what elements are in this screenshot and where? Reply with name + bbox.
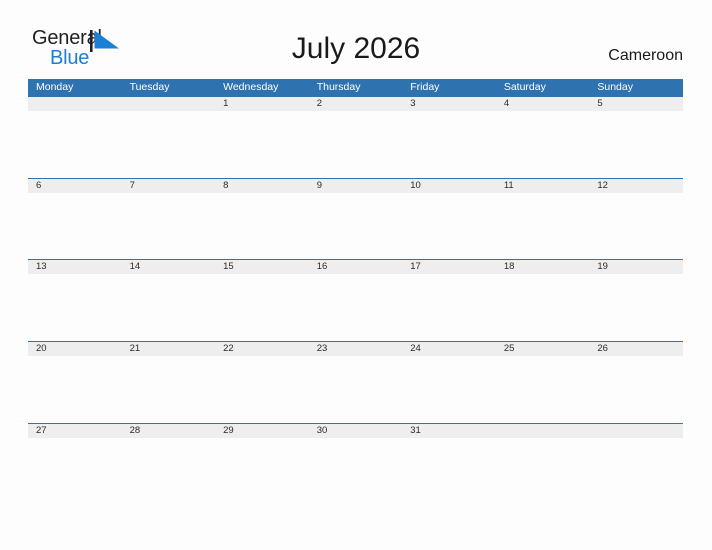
day-number-band: 13 14 15 16 17 18 19 — [28, 260, 683, 275]
week-row: 6 7 8 9 10 11 12 — [28, 177, 683, 260]
weekday-header-saturday: Saturday — [503, 81, 546, 93]
day-cell[interactable]: 30 — [309, 424, 403, 438]
day-cell[interactable]: 24 — [402, 342, 496, 356]
day-cell[interactable]: 4 — [496, 97, 590, 111]
page-header: General Blue July 2026 Cameroon — [0, 0, 712, 78]
day-cell[interactable]: 15 — [215, 260, 309, 274]
day-cell[interactable]: 19 — [589, 260, 683, 274]
week-row: 1 2 3 4 5 — [28, 96, 683, 178]
day-cell[interactable]: 9 — [309, 179, 403, 193]
country-label: Cameroon — [608, 47, 683, 64]
day-cell[interactable]: 8 — [215, 179, 309, 193]
day-cell[interactable]: 16 — [309, 260, 403, 274]
day-cell[interactable]: 22 — [215, 342, 309, 356]
weekday-header-tuesday: Tuesday — [129, 81, 170, 93]
day-cell[interactable]: 2 — [309, 97, 403, 111]
day-cell[interactable]: 6 — [28, 179, 122, 193]
day-cell[interactable]: 18 — [496, 260, 590, 274]
calendar-grid: Monday Tuesday Wednesday Thursday Friday… — [28, 79, 683, 504]
day-cell[interactable]: 3 — [402, 97, 496, 111]
weekday-header-sunday: Sunday — [597, 81, 633, 93]
day-cell[interactable] — [496, 424, 590, 438]
week-row: 27 28 29 30 31 — [28, 422, 683, 505]
page-title: July 2026 — [291, 32, 421, 65]
day-cell[interactable] — [589, 424, 683, 438]
weekday-header-monday: Monday — [36, 81, 74, 93]
day-cell[interactable] — [28, 97, 122, 111]
day-cell[interactable]: 10 — [402, 179, 496, 193]
day-cell[interactable]: 11 — [496, 179, 590, 193]
day-number-band: 6 7 8 9 10 11 12 — [28, 178, 683, 193]
day-cell[interactable]: 1 — [215, 97, 309, 111]
day-cell[interactable]: 5 — [589, 97, 683, 111]
day-cell[interactable]: 25 — [496, 342, 590, 356]
day-number-band: 20 21 22 23 24 25 26 — [28, 342, 683, 357]
weekday-header-row: Monday Tuesday Wednesday Thursday Friday… — [28, 79, 683, 96]
day-cell[interactable]: 20 — [28, 342, 122, 356]
day-cell[interactable]: 17 — [402, 260, 496, 274]
day-cell[interactable]: 7 — [122, 179, 216, 193]
day-cell[interactable]: 29 — [215, 424, 309, 438]
weekday-header-wednesday: Wednesday — [223, 81, 279, 93]
day-cell[interactable]: 31 — [402, 424, 496, 438]
day-cell[interactable]: 12 — [589, 179, 683, 193]
day-cell[interactable]: 21 — [122, 342, 216, 356]
week-row: 13 14 15 16 17 18 19 — [28, 259, 683, 341]
weekday-header-friday: Friday — [410, 81, 440, 93]
day-cell[interactable]: 13 — [28, 260, 122, 274]
day-cell[interactable]: 27 — [28, 424, 122, 438]
day-cell[interactable]: 23 — [309, 342, 403, 356]
day-cell[interactable] — [122, 97, 216, 111]
day-cell[interactable]: 26 — [589, 342, 683, 356]
day-cell[interactable]: 14 — [122, 260, 216, 274]
week-row: 20 21 22 23 24 25 26 — [28, 341, 683, 423]
day-cell[interactable]: 28 — [122, 424, 216, 438]
weekday-header-thursday: Thursday — [316, 81, 361, 93]
day-number-band: 27 28 29 30 31 — [28, 423, 683, 438]
day-number-band: 1 2 3 4 5 — [28, 97, 683, 111]
